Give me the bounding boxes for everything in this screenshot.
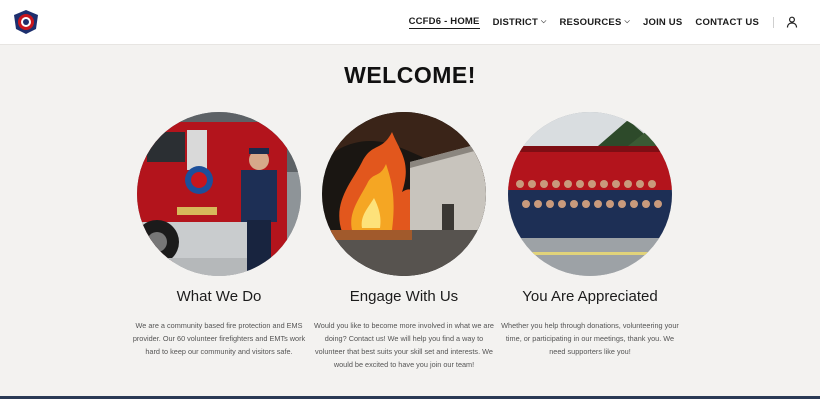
firefighter-beside-fire-engine-photo [137, 112, 301, 276]
feature-title: What We Do [176, 288, 262, 305]
feature-description: Whether you help through donations, volu… [501, 321, 679, 356]
nav-item-label: CONTACT US [695, 16, 759, 28]
nav-item-label: RESOURCES [559, 16, 622, 28]
nav-item-label: JOIN US [643, 16, 683, 28]
nav-item-join-us[interactable]: JOIN US [643, 17, 682, 28]
main-nav: CCFD6 - HOME DISTRICT ⌵ RESOURCES ⌵ JOIN… [396, 0, 798, 44]
nav-item-label: CCFD6 - HOME [408, 15, 480, 27]
feature-title: Engage With Us [349, 288, 459, 305]
site-header: CCFD6 - HOME DISTRICT ⌵ RESOURCES ⌵ JOIN… [0, 0, 820, 45]
nav-item-contact-us[interactable]: CONTACT US [695, 17, 759, 28]
building-fire-at-night-photo [322, 112, 486, 276]
feature-column-engage-with-us: Engage With Us Would you like to become … [304, 112, 504, 371]
nav-item-district[interactable]: DISTRICT ⌵ [493, 17, 547, 28]
nav-item-label: DISTRICT [492, 16, 538, 28]
nav-divider [773, 16, 774, 28]
chevron-down-icon: ⌵ [540, 18, 547, 25]
nav-item-home[interactable]: CCFD6 - HOME [408, 15, 480, 29]
feature-column-you-are-appreciated: You Are Appreciated Whether you help thr… [490, 112, 690, 358]
feature-column-what-we-do: What We Do We are a community based fire… [119, 112, 319, 358]
page-title: WELCOME! [344, 62, 476, 88]
feature-description: Would you like to become more involved i… [314, 321, 494, 369]
feature-description: We are a community based fire protection… [132, 321, 306, 356]
feature-title: You Are Appreciated [522, 288, 658, 305]
nav-item-resources[interactable]: RESOURCES ⌵ [560, 17, 631, 28]
chevron-down-icon: ⌵ [624, 18, 630, 25]
volunteer-group-in-front-of-engines-photo [508, 112, 672, 276]
user-icon[interactable] [786, 16, 798, 28]
fire-department-badge-icon[interactable] [12, 9, 40, 35]
